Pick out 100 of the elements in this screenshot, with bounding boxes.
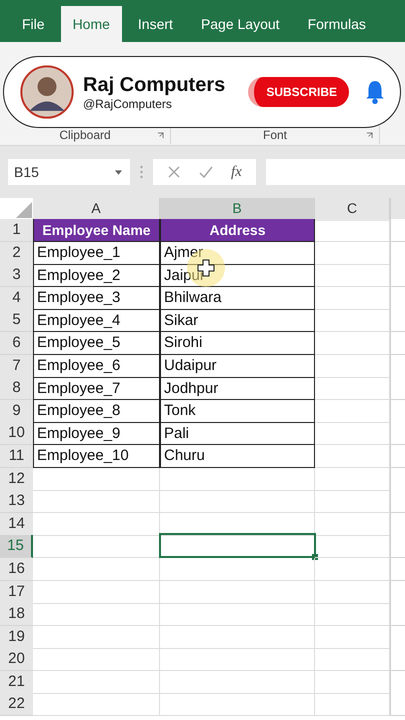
table-cell[interactable] <box>33 558 160 581</box>
table-cell[interactable]: Address <box>160 219 315 242</box>
table-cell[interactable] <box>160 693 315 716</box>
bell-icon[interactable] <box>364 80 386 104</box>
table-cell[interactable]: Employee Name <box>33 219 160 242</box>
table-cell[interactable]: Employee_10 <box>33 444 160 468</box>
table-cell[interactable] <box>160 490 315 514</box>
table-cell[interactable] <box>160 648 315 672</box>
table-cell[interactable] <box>33 512 160 536</box>
row-header[interactable]: 2 <box>0 242 33 265</box>
insert-function-button[interactable]: fx <box>231 164 242 180</box>
ribbon-tab[interactable]: Insert <box>126 6 185 42</box>
table-cell[interactable]: Sikar <box>160 309 315 332</box>
check-icon[interactable] <box>199 165 213 179</box>
row-header[interactable]: 11 <box>0 444 33 468</box>
table-cell[interactable] <box>160 626 315 649</box>
formula-field[interactable] <box>266 159 405 185</box>
table-cell[interactable] <box>160 512 315 536</box>
table-cell[interactable] <box>160 580 315 604</box>
table-cell[interactable] <box>33 670 160 694</box>
table-cell[interactable] <box>390 490 405 514</box>
row-header[interactable]: 16 <box>0 558 33 581</box>
row-header[interactable]: 19 <box>0 626 33 649</box>
table-cell[interactable]: Employee_8 <box>33 400 160 423</box>
table-cell[interactable] <box>33 648 160 672</box>
row-header[interactable]: 15 <box>0 535 33 558</box>
table-cell[interactable]: Employee_1 <box>33 242 160 265</box>
column-heading: Address <box>209 222 266 238</box>
name-box[interactable]: B15 <box>8 159 130 185</box>
row-header[interactable]: 4 <box>0 286 33 310</box>
table-cell[interactable] <box>160 603 315 626</box>
table-cell[interactable] <box>390 422 405 446</box>
table-cell[interactable]: Tonk <box>160 400 315 423</box>
subscribe-button[interactable]: SUBSCRIBE <box>248 77 349 107</box>
row-header[interactable]: 18 <box>0 603 33 626</box>
cell-text: Employee_6 <box>37 357 120 374</box>
cell-text: Ajmer <box>164 244 204 262</box>
table-cell[interactable] <box>33 603 160 626</box>
table-cell[interactable] <box>33 580 160 604</box>
row-header[interactable]: 1 <box>0 219 33 242</box>
table-cell[interactable]: Udaipur <box>160 354 315 378</box>
column-header[interactable] <box>390 198 405 221</box>
table-cell[interactable] <box>33 626 160 649</box>
row-header[interactable]: 21 <box>0 670 33 694</box>
row-header[interactable]: 7 <box>0 354 33 378</box>
dialog-launcher-icon[interactable] <box>366 132 373 138</box>
cell-text: Churu <box>164 447 205 464</box>
ribbon-tab[interactable]: Page Layout <box>188 6 292 42</box>
table-cell[interactable] <box>390 603 405 626</box>
table-cell[interactable]: Sirohi <box>160 332 315 355</box>
row-header[interactable]: 10 <box>0 422 33 446</box>
table-cell[interactable]: Employee_4 <box>33 309 160 332</box>
table-cell[interactable] <box>390 558 405 581</box>
table-cell[interactable]: Employee_6 <box>33 354 160 378</box>
row-header[interactable]: 14 <box>0 512 33 536</box>
table-cell[interactable] <box>390 377 405 400</box>
row-header[interactable]: 3 <box>0 264 33 288</box>
table-cell[interactable]: Pali <box>160 422 315 446</box>
table-cell[interactable]: Employee_3 <box>33 286 160 310</box>
table-cell[interactable] <box>160 670 315 694</box>
cell-text: Jodhpur <box>164 380 218 397</box>
cell-text: Employee_3 <box>37 289 120 306</box>
ribbon-tab[interactable]: Formulas <box>296 6 378 42</box>
table-cell[interactable] <box>33 468 160 491</box>
column-header[interactable]: C <box>315 198 390 221</box>
row-header[interactable]: 5 <box>0 309 33 332</box>
table-cell[interactable]: Bhilwara <box>160 286 315 310</box>
table-cell[interactable] <box>390 535 405 558</box>
row-header[interactable]: 20 <box>0 648 33 672</box>
column-header[interactable]: A <box>33 198 160 221</box>
row-header[interactable]: 6 <box>0 332 33 355</box>
table-cell[interactable]: Employee_9 <box>33 422 160 446</box>
row-header[interactable]: 8 <box>0 377 33 400</box>
table-cell[interactable] <box>390 332 405 355</box>
ribbon-tab[interactable]: Home <box>60 6 122 42</box>
row-header[interactable]: 9 <box>0 400 33 423</box>
table-cell[interactable] <box>33 490 160 514</box>
table-cell[interactable] <box>390 693 405 716</box>
row-header[interactable]: 12 <box>0 468 33 491</box>
table-cell[interactable] <box>160 468 315 491</box>
ribbon-tab[interactable]: File <box>10 6 57 42</box>
cancel-icon[interactable] <box>167 165 181 179</box>
table-cell[interactable] <box>160 558 315 581</box>
table-cell[interactable] <box>33 693 160 716</box>
caret-icon[interactable] <box>115 170 122 174</box>
table-cell[interactable] <box>390 648 405 672</box>
row-header[interactable]: 22 <box>0 693 33 716</box>
row-header[interactable]: 13 <box>0 490 33 514</box>
table-cell[interactable] <box>390 309 405 332</box>
column-header[interactable]: B <box>160 198 315 221</box>
table-cell[interactable]: Employee_2 <box>33 264 160 288</box>
table-cell[interactable]: Jodhpur <box>160 377 315 400</box>
table-cell[interactable] <box>390 264 405 288</box>
table-cell[interactable]: Employee_5 <box>33 332 160 355</box>
table-cell[interactable]: Churu <box>160 444 315 468</box>
table-cell[interactable] <box>390 219 405 242</box>
table-cell[interactable]: Employee_7 <box>33 377 160 400</box>
row-header[interactable]: 17 <box>0 580 33 604</box>
table-cell[interactable] <box>390 444 405 468</box>
dialog-launcher-icon[interactable] <box>157 132 164 138</box>
